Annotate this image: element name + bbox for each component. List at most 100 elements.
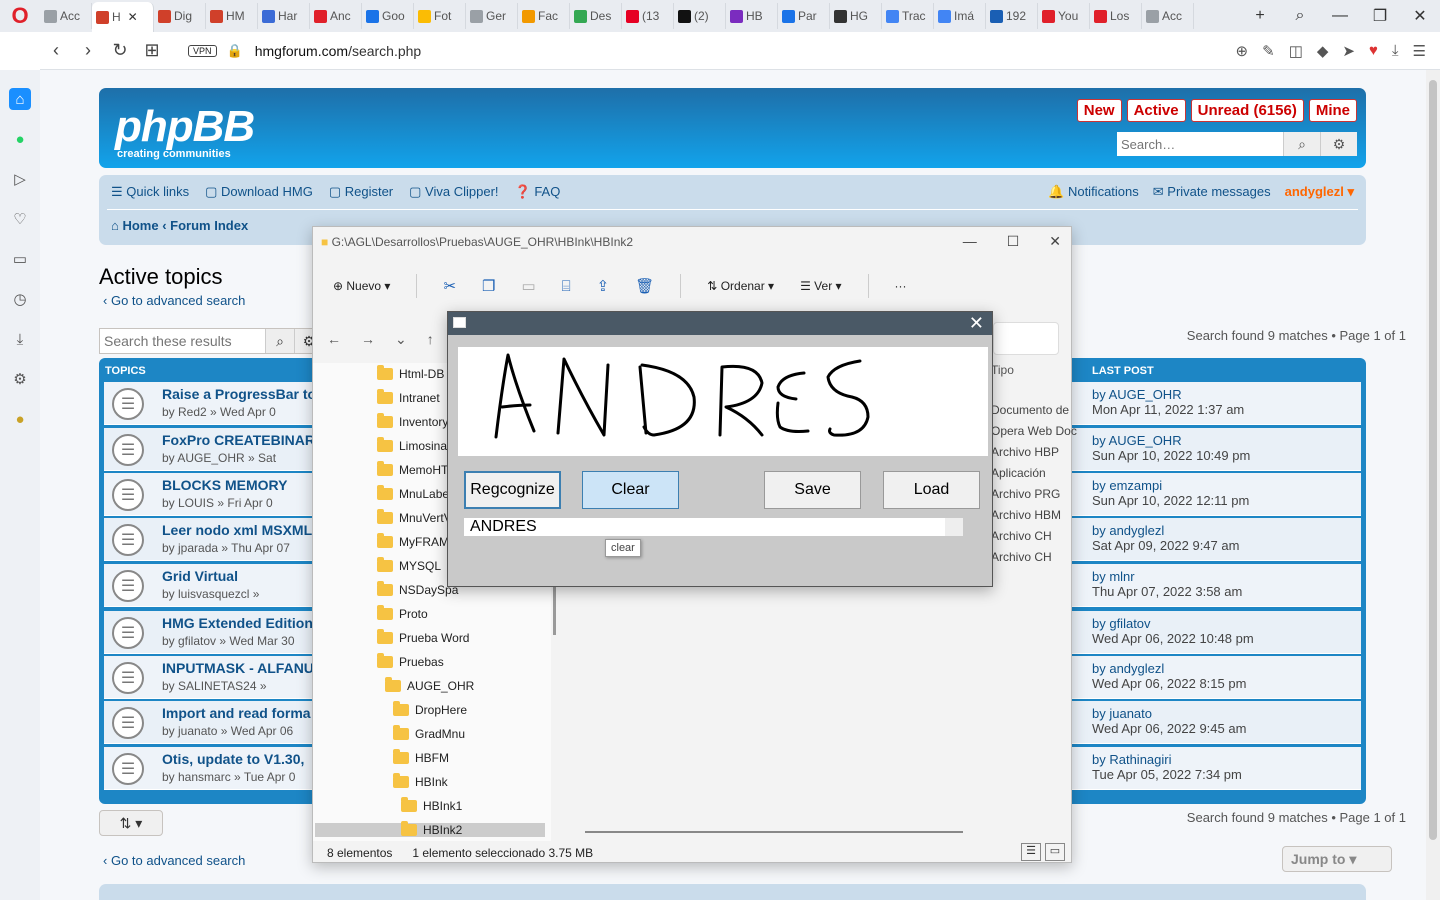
downloads-icon[interactable]: ⤓ <box>9 328 31 350</box>
phpbb-logo[interactable]: phpBB creating communities <box>115 102 255 160</box>
send-icon[interactable]: ➤ <box>1342 42 1355 60</box>
heart-icon[interactable]: ♥ <box>1369 42 1378 60</box>
last-post-user[interactable]: by andyglezl <box>1092 661 1164 676</box>
tabs-icon[interactable]: ▭ <box>9 248 31 270</box>
last-post-user[interactable]: by mlnr <box>1092 569 1135 584</box>
tree-item[interactable]: GradMnu <box>393 725 465 741</box>
explorer-up-icon[interactable]: ↑ <box>427 331 434 348</box>
browser-tab[interactable]: (13 <box>622 3 674 29</box>
tree-item[interactable]: MemoHT <box>377 461 448 477</box>
url-field[interactable]: hmgforum.com/search.php <box>255 43 422 59</box>
browser-tab[interactable]: Des <box>570 3 622 29</box>
details-view-icon[interactable]: ☰ <box>1021 843 1041 861</box>
col-type[interactable]: Tipo <box>991 363 1014 377</box>
save-button[interactable]: Save <box>764 471 861 509</box>
tree-item[interactable]: Html-DB <box>377 365 444 381</box>
cut-icon[interactable]: ✂ <box>443 277 456 295</box>
close-window-icon[interactable]: ✕ <box>1400 6 1440 26</box>
explorer-back-icon[interactable]: ← <box>327 331 341 348</box>
home-crumb[interactable]: ⌂ Home <box>111 218 159 233</box>
explorer-close-icon[interactable]: ✕ <box>1049 233 1061 250</box>
tree-item[interactable]: AUGE_OHR <box>385 677 474 693</box>
search-icon[interactable]: ⌕ <box>1283 132 1320 156</box>
last-post-user[interactable]: by juanato <box>1092 706 1152 721</box>
topic-title-link[interactable]: Raise a ProgressBar to <box>162 386 316 402</box>
browser-tab[interactable]: HB <box>726 3 778 29</box>
quick-links-link[interactable]: ☰ Quick links <box>111 184 189 200</box>
tree-item[interactable]: DropHere <box>393 701 467 717</box>
sort-button[interactable]: ⇅ ▾ <box>99 810 163 836</box>
active-button[interactable]: Active <box>1126 99 1186 122</box>
last-post-user[interactable]: by gfilatov <box>1092 616 1151 631</box>
tree-item[interactable]: HBInk <box>393 773 448 789</box>
browser-tab[interactable]: Ger <box>466 3 518 29</box>
copy-icon[interactable]: ❐ <box>482 277 495 295</box>
ink-close-icon[interactable]: ✕ <box>969 313 984 334</box>
browser-tab[interactable]: Los <box>1090 3 1142 29</box>
search-results-icon[interactable]: ⌕ <box>265 329 294 353</box>
paste-icon[interactable]: ▭ <box>521 277 535 295</box>
last-post-user[interactable]: by AUGE_OHR <box>1092 387 1182 402</box>
history-icon[interactable]: ◷ <box>9 288 31 310</box>
topic-title-link[interactable]: Leer nodo xml MSXML <box>162 522 312 538</box>
sort-menu[interactable]: ⇅ Ordenar ▾ <box>707 279 774 293</box>
back-icon[interactable]: ‹ <box>40 40 72 61</box>
minimize-icon[interactable]: — <box>1320 7 1360 25</box>
faq-link[interactable]: ❓ FAQ <box>515 184 561 200</box>
browser-tab[interactable]: Trac <box>882 3 934 29</box>
tree-item[interactable]: Proto <box>377 605 428 621</box>
last-post-user[interactable]: by emzampi <box>1092 478 1162 493</box>
topic-title-link[interactable]: FoxPro CREATEBINARY <box>162 432 324 448</box>
zoom-icon[interactable]: ⊕ <box>1236 42 1249 60</box>
browser-tab[interactable]: HM <box>206 3 258 29</box>
topic-title-link[interactable]: BLOCKS MEMORY <box>162 477 287 493</box>
search-tabs-icon[interactable]: ⌕ <box>1280 7 1320 25</box>
browser-tab[interactable]: Fac <box>518 3 570 29</box>
wallet-icon[interactable]: ● <box>9 408 31 430</box>
favorites-icon[interactable]: ♡ <box>9 208 31 230</box>
explorer-minimize-icon[interactable]: — <box>963 233 977 250</box>
player-icon[interactable]: ▷ <box>9 168 31 190</box>
vpn-badge[interactable]: VPN <box>188 44 217 57</box>
new-menu[interactable]: ⊕ Nuevo ▾ <box>333 279 390 293</box>
tree-item[interactable]: HBInk2 <box>315 821 545 837</box>
last-post-user[interactable]: by Rathinagiri <box>1092 752 1172 767</box>
browser-tab[interactable]: Anc <box>310 3 362 29</box>
tree-item[interactable]: Pruebas <box>377 653 444 669</box>
tree-item[interactable]: Intranet <box>377 389 440 405</box>
tree-item[interactable]: MnuLabe <box>377 485 449 501</box>
explorer-maximize-icon[interactable]: ☐ <box>1007 233 1020 250</box>
camera-icon[interactable]: ◫ <box>1289 42 1303 60</box>
edit-icon[interactable]: ✎ <box>1262 42 1275 60</box>
file-list-scrollbar[interactable] <box>585 831 963 833</box>
more-options-icon[interactable]: ··· <box>895 279 907 293</box>
new-tab-icon[interactable]: + <box>1240 7 1280 25</box>
viva-clipper-link[interactable]: ▢ Viva Clipper! <box>409 184 498 200</box>
unread-button[interactable]: Unread (6156) <box>1190 99 1304 122</box>
new-button[interactable]: New <box>1076 99 1122 122</box>
topic-title-link[interactable]: Otis, update to V1.30, <box>162 751 304 767</box>
tab-close-icon[interactable]: ✕ <box>128 10 138 24</box>
forward-icon[interactable]: › <box>72 40 104 61</box>
browser-tab[interactable]: H ✕ <box>92 2 154 32</box>
browser-tab[interactable]: (2) <box>674 3 726 29</box>
browser-tab[interactable]: Har <box>258 3 310 29</box>
explorer-search-input[interactable] <box>993 322 1059 355</box>
recognized-text-field[interactable]: ANDRES <box>464 518 963 536</box>
tree-item[interactable]: Prueba Word <box>377 629 469 645</box>
browser-tab[interactable]: Imá <box>934 3 986 29</box>
tiles-view-icon[interactable]: ▭ <box>1045 843 1065 861</box>
topic-title-link[interactable]: Import and read forma <box>162 705 311 721</box>
advanced-search-link-top[interactable]: ‹ Go to advanced search <box>103 293 245 308</box>
explorer-forward-icon[interactable]: → <box>361 331 375 348</box>
browser-tab[interactable]: Fot <box>414 3 466 29</box>
restore-icon[interactable]: ❐ <box>1360 6 1400 26</box>
browser-tab[interactable]: Acc <box>1142 3 1194 29</box>
settings-icon[interactable]: ⚙ <box>9 368 31 390</box>
share-icon[interactable]: ⇪ <box>597 277 610 295</box>
download-icon[interactable]: ⤓ <box>1392 42 1399 60</box>
tree-item[interactable]: HBInk1 <box>401 797 462 813</box>
browser-tab[interactable]: Par <box>778 3 830 29</box>
shield-icon[interactable]: ◆ <box>1317 42 1329 60</box>
grid-icon[interactable]: ⊞ <box>136 40 168 61</box>
